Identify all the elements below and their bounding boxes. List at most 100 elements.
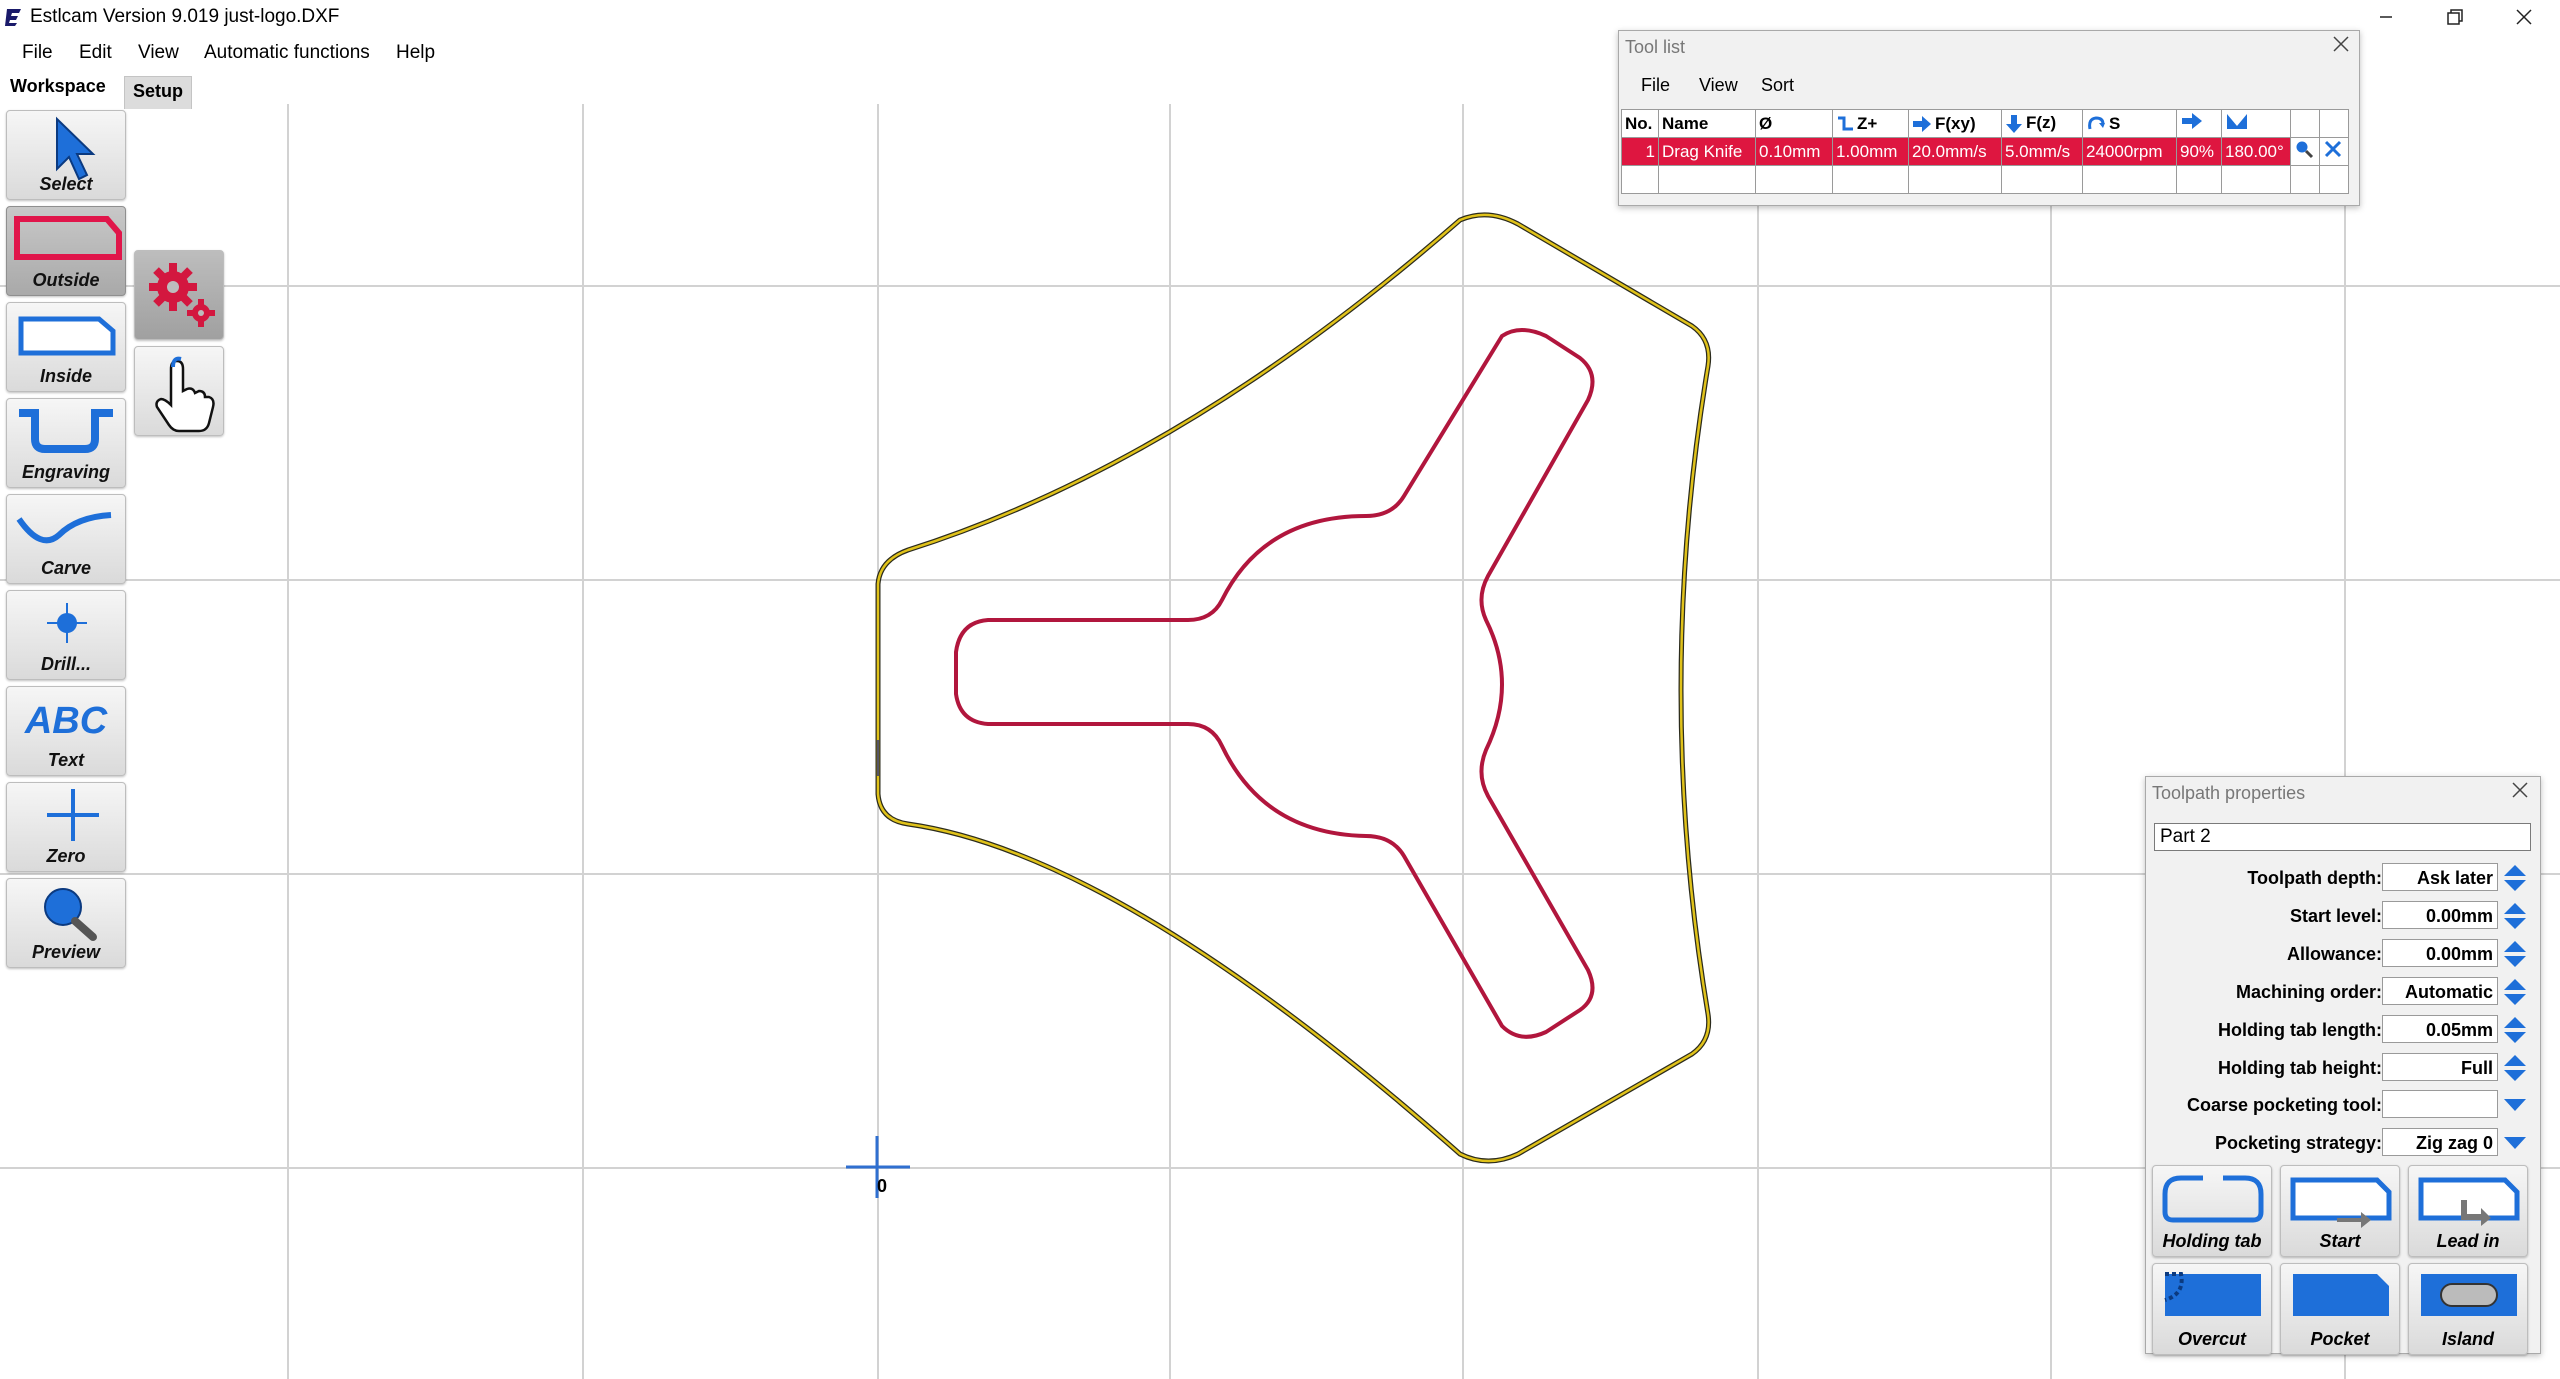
holding-tab-length-input[interactable]: 0.05mm <box>2382 1015 2498 1043</box>
prop-holding-tab-height: Holding tab height: Full <box>2146 1052 2540 1086</box>
tool-diameter: 0.10mm <box>1755 137 1833 166</box>
tool-list-close-button[interactable] <box>2331 33 2351 61</box>
prop-allowance: Allowance: 0.00mm <box>2146 938 2540 972</box>
minimize-icon <box>2380 16 2392 18</box>
coarse-pocketing-tool-select[interactable] <box>2382 1090 2498 1118</box>
outside-tool-button[interactable]: Outside <box>6 206 126 296</box>
rotate-icon <box>2088 116 2105 130</box>
tool-row[interactable]: 1 Drag Knife 0.10mm 1.00mm 20.0mm/s 5.0m… <box>1621 137 2349 166</box>
pocketing-strategy-select[interactable]: Zig zag 0 <box>2382 1128 2498 1156</box>
col-spindle[interactable]: S <box>2082 109 2177 138</box>
tool-z-plus: 1.00mm <box>1832 137 1909 166</box>
tool-fxy: 20.0mm/s <box>1908 137 2002 166</box>
tool-angle: 180.00° <box>2221 137 2291 166</box>
tab-workspace[interactable]: Workspace <box>2 72 114 107</box>
col-z-plus[interactable]: Z+ <box>1832 109 1909 138</box>
delete-tool-icon <box>2324 140 2342 158</box>
preview-tool-button[interactable]: Preview <box>6 878 126 968</box>
tool-spindle: 24000rpm <box>2082 137 2177 166</box>
zero-tool-button[interactable]: Zero <box>6 782 126 872</box>
outside-contour[interactable] <box>875 212 1712 1164</box>
magnifier-icon <box>2296 141 2314 159</box>
col-angle[interactable] <box>2221 109 2291 138</box>
select-tool-button[interactable]: Select <box>6 110 126 200</box>
part-name-field[interactable]: Part 2 <box>2154 823 2531 851</box>
start-level-input[interactable]: 0.00mm <box>2382 901 2498 929</box>
automatic-settings-button[interactable] <box>134 250 224 340</box>
col-fxy[interactable]: F(xy) <box>1908 109 2002 138</box>
restore-button[interactable] <box>2426 0 2482 34</box>
outside-label: Outside <box>32 270 100 290</box>
machining-order-input[interactable]: Automatic <box>2382 977 2498 1005</box>
preview-label: Preview <box>31 942 101 962</box>
drill-label: Drill... <box>40 654 91 674</box>
start-button[interactable]: Start <box>2280 1165 2400 1257</box>
inside-contour[interactable] <box>954 328 1595 1039</box>
menu-view[interactable]: View <box>138 42 179 64</box>
arrow-right-icon <box>1913 116 1931 133</box>
toolpath-depth-input[interactable]: Ask later <box>2382 863 2498 891</box>
menu-automatic-functions[interactable]: Automatic functions <box>204 42 370 64</box>
col-name[interactable]: Name <box>1658 109 1756 138</box>
close-icon <box>2512 782 2528 798</box>
spinner-arrows-icon[interactable] <box>2502 1053 2528 1083</box>
prop-holding-tab-length: Holding tab length: 0.05mm <box>2146 1014 2540 1048</box>
origin-marker: 0 <box>846 1136 910 1198</box>
toolpath-properties-title: Toolpath properties <box>2152 783 2306 803</box>
col-diameter[interactable]: Ø <box>1755 109 1833 138</box>
col-no[interactable]: No. <box>1621 109 1659 138</box>
tool-delete-button[interactable] <box>2319 137 2349 166</box>
engraving-tool-button[interactable]: Engraving <box>6 398 126 488</box>
toolpath-properties-close-button[interactable] <box>2510 779 2530 807</box>
inside-tool-button[interactable]: Inside <box>6 302 126 392</box>
prop-toolpath-depth: Toolpath depth: Ask later <box>2146 862 2540 896</box>
carve-label: Carve <box>40 558 92 578</box>
manual-mode-button[interactable] <box>134 346 224 436</box>
allowance-input[interactable]: 0.00mm <box>2382 939 2498 967</box>
holding-tab-height-input[interactable]: Full <box>2382 1053 2498 1081</box>
spinner-arrows-icon[interactable] <box>2502 939 2528 969</box>
overcut-button[interactable]: Overcut <box>2152 1263 2272 1355</box>
spinner-arrows-icon[interactable] <box>2502 863 2528 893</box>
close-icon <box>2333 36 2349 52</box>
gears-icon <box>149 263 215 327</box>
text-tool-button[interactable]: ABC Text <box>6 686 126 776</box>
engraving-label: Engraving <box>21 462 110 482</box>
menu-edit[interactable]: Edit <box>79 42 112 64</box>
select-label: Select <box>39 174 93 194</box>
holding-tab-button[interactable]: Holding tab <box>2152 1165 2272 1257</box>
tool-list-title: Tool list <box>1625 37 1686 57</box>
drill-tool-button[interactable]: Drill... <box>6 590 126 680</box>
col-fz[interactable]: F(z) <box>2001 109 2083 138</box>
dropdown-arrow-icon[interactable] <box>2502 1128 2528 1158</box>
spinner-arrows-icon[interactable] <box>2502 1015 2528 1045</box>
close-window-button[interactable] <box>2496 0 2552 34</box>
origin-label: 0 <box>877 1176 887 1196</box>
menu-file[interactable]: File <box>22 42 53 64</box>
tool-stepover: 90% <box>2176 137 2222 166</box>
minimize-button[interactable] <box>2358 0 2414 34</box>
tool-row-empty[interactable] <box>1621 165 2349 194</box>
tool-no: 1 <box>1621 137 1659 166</box>
pocket-button[interactable]: Pocket <box>2280 1263 2400 1355</box>
tool-list-menu-view[interactable]: View <box>1699 75 1738 96</box>
spinner-arrows-icon[interactable] <box>2502 977 2528 1007</box>
col-stepover[interactable] <box>2176 109 2222 138</box>
step-down-icon <box>1838 116 1853 131</box>
estlcam-app-icon <box>5 9 21 26</box>
prop-pocketing-strategy: Pocketing strategy: Zig zag 0 <box>2146 1127 2540 1161</box>
spinner-arrows-icon[interactable] <box>2502 901 2528 931</box>
prop-coarse-pocketing-tool: Coarse pocketing tool: <box>2146 1089 2540 1123</box>
dropdown-arrow-icon[interactable] <box>2502 1090 2528 1120</box>
menu-help[interactable]: Help <box>396 42 435 64</box>
arrow-down-icon <box>2006 114 2022 133</box>
carve-tool-button[interactable]: Carve <box>6 494 126 584</box>
tool-list-menu-file[interactable]: File <box>1641 75 1670 96</box>
island-button[interactable]: Island <box>2408 1263 2528 1355</box>
v-angle-icon <box>2227 114 2247 129</box>
tool-list-menu-sort[interactable]: Sort <box>1761 75 1794 96</box>
tool-name: Drag Knife <box>1658 137 1756 166</box>
toolpath-properties-window: Toolpath properties Part 2 Toolpath dept… <box>2145 776 2541 1355</box>
lead-in-button[interactable]: Lead in <box>2408 1165 2528 1257</box>
tool-edit-button[interactable] <box>2290 137 2320 166</box>
